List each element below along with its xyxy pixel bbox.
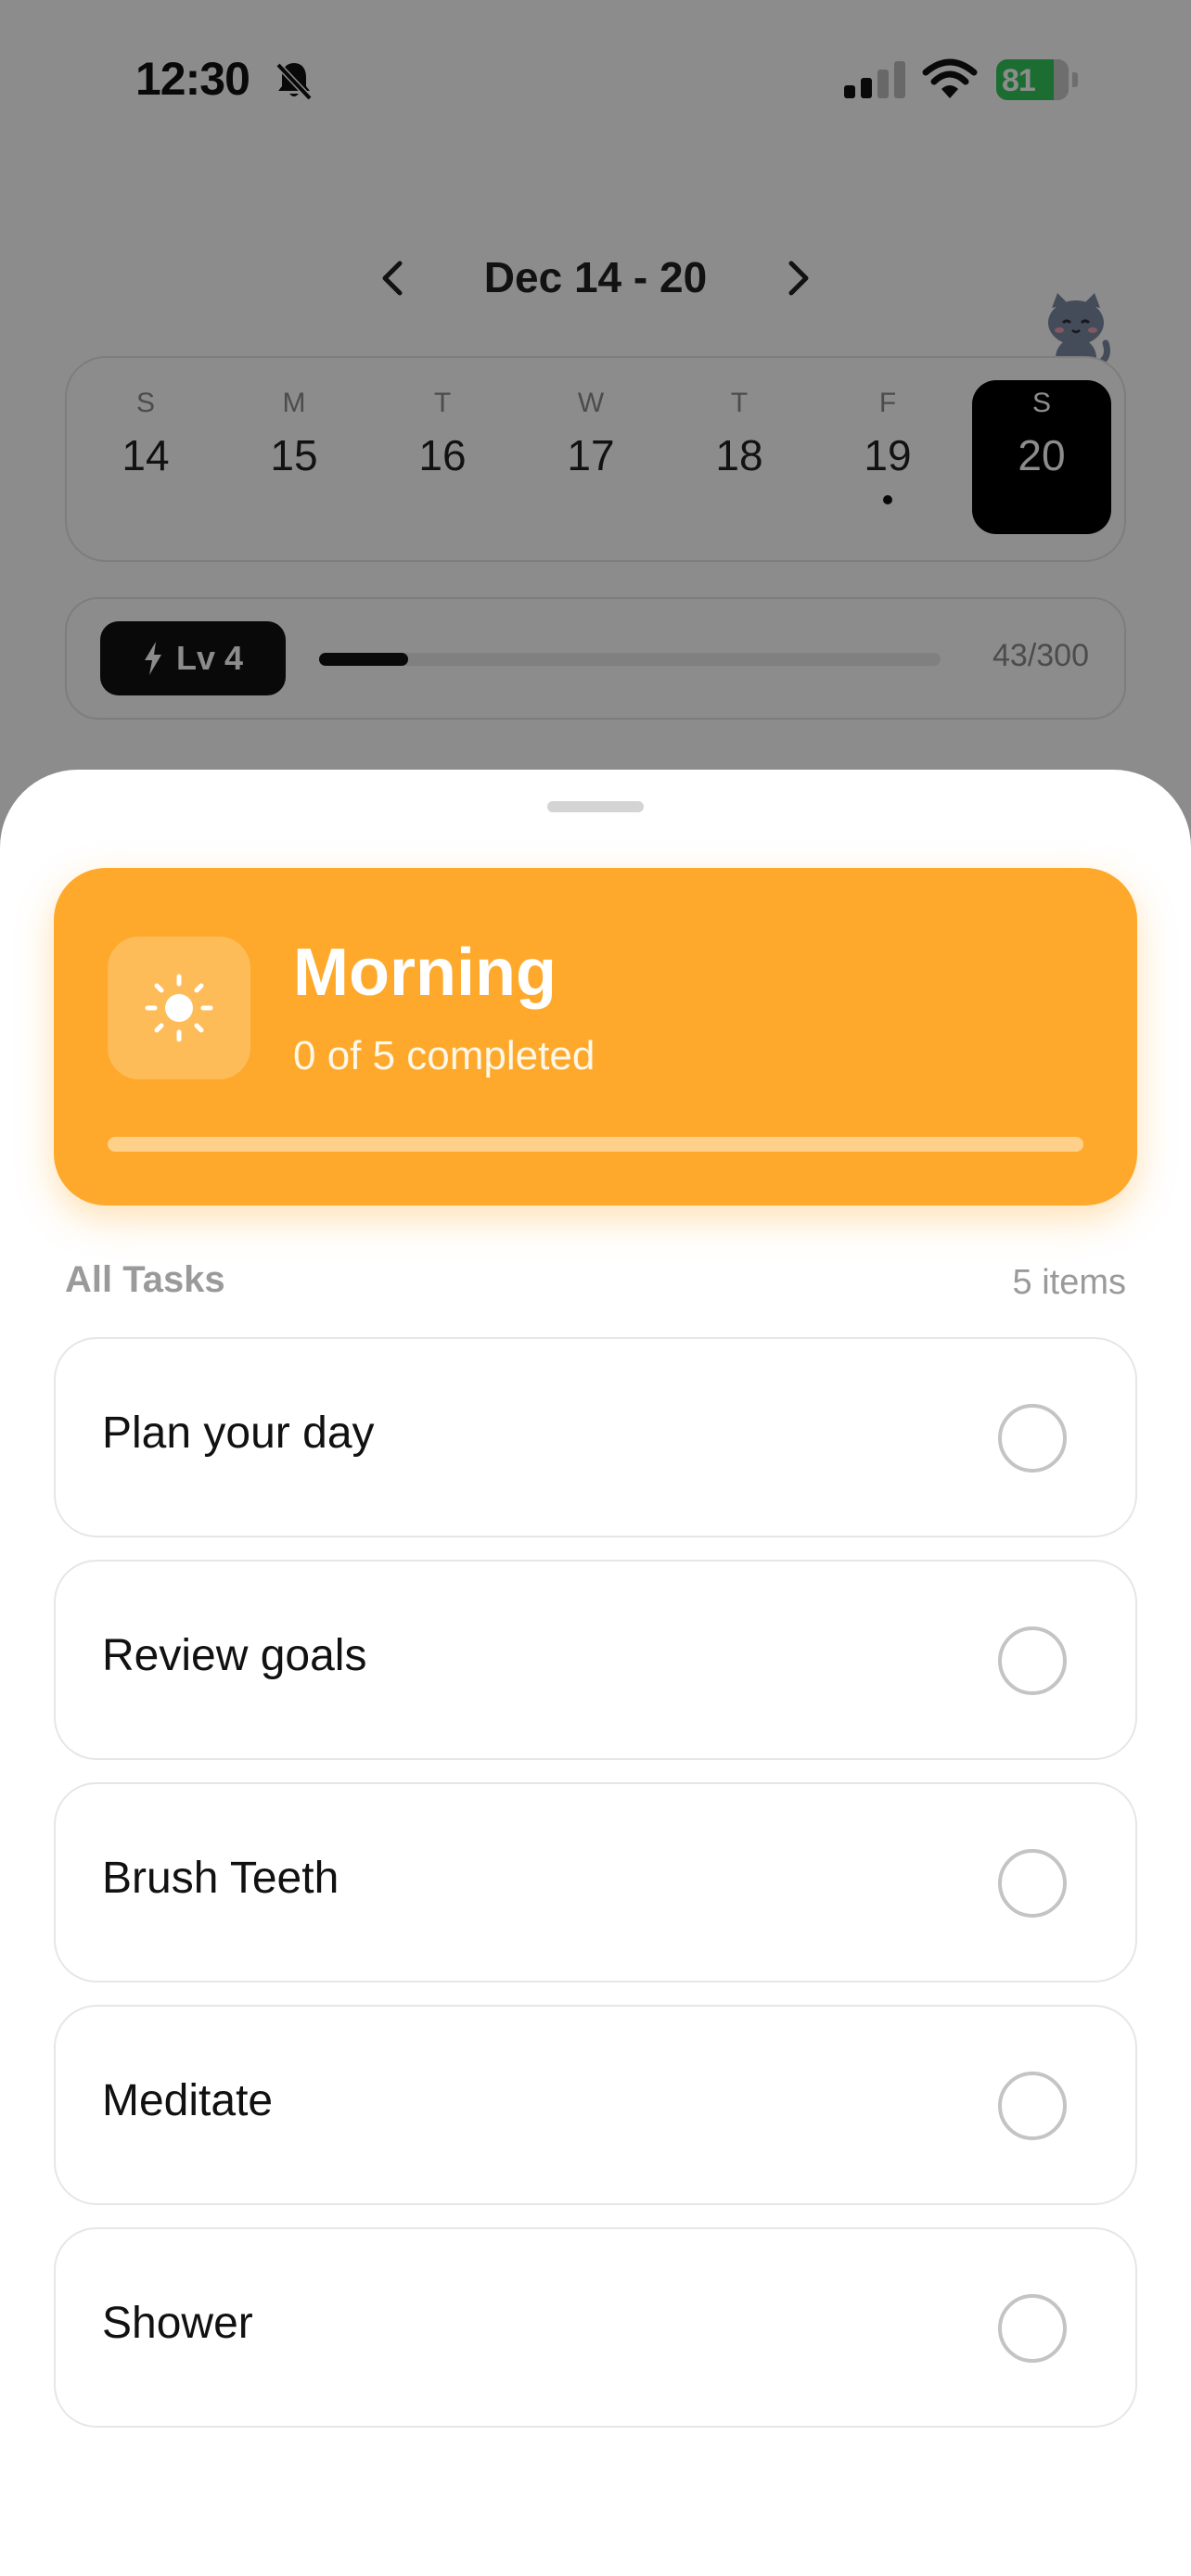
tasks-section-title: All Tasks (65, 1259, 225, 1300)
sheet-drag-handle[interactable] (547, 801, 644, 812)
routine-progress-text: 0 of 5 completed (293, 1033, 596, 1078)
task-checkbox[interactable] (998, 2072, 1067, 2140)
task-row[interactable]: Meditate (54, 2005, 1137, 2205)
task-label: Shower (102, 2299, 253, 2348)
tasks-count: 5 items (1012, 1263, 1126, 1302)
task-row[interactable]: Review goals (54, 1560, 1137, 1760)
task-checkbox[interactable] (998, 1849, 1067, 1918)
routine-title: Morning (293, 936, 557, 1010)
routine-bottom-sheet: Morning 0 of 5 completed All Tasks 5 ite… (0, 770, 1191, 2576)
task-row[interactable]: Brush Teeth (54, 1782, 1137, 1983)
routine-progress-bar (108, 1137, 1083, 1152)
task-checkbox[interactable] (998, 1626, 1067, 1695)
task-list: Plan your day Review goals Brush Teeth M… (54, 1337, 1137, 2450)
task-checkbox[interactable] (998, 1404, 1067, 1473)
task-label: Meditate (102, 2076, 274, 2125)
routine-icon-container (108, 937, 250, 1079)
sun-icon (145, 974, 213, 1042)
task-label: Brush Teeth (102, 1854, 339, 1903)
tasks-section-header: All Tasks 5 items (65, 1256, 1126, 1311)
task-label: Review goals (102, 1631, 367, 1680)
task-checkbox[interactable] (998, 2294, 1067, 2363)
task-label: Plan your day (102, 1409, 375, 1458)
task-row[interactable]: Plan your day (54, 1337, 1137, 1537)
task-row[interactable]: Shower (54, 2227, 1137, 2428)
routine-header-card: Morning 0 of 5 completed (54, 868, 1137, 1205)
